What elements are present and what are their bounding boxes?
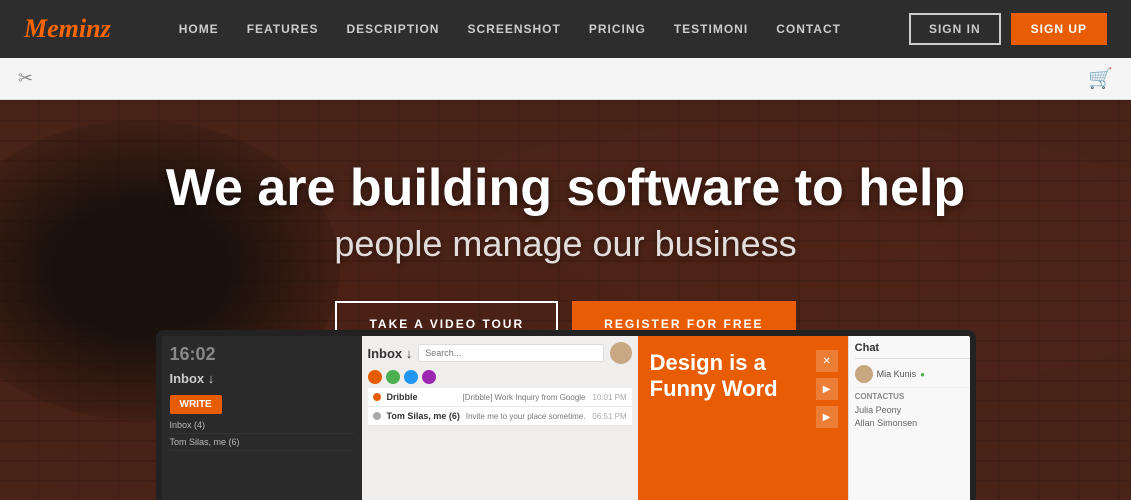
chat-header: Chat xyxy=(855,342,976,359)
app-chat-panel: Chat Mia Kunis ● CONTACTUS Julia Peony A… xyxy=(848,336,976,500)
orange-title: Design is a Funny Word xyxy=(650,350,836,403)
filter-dot-blue[interactable] xyxy=(404,370,418,384)
chat-person: Mia Kunis ● xyxy=(855,365,976,383)
nav-links: HOME FEATURES DESCRIPTION SCREENSHOT PRI… xyxy=(179,20,841,38)
email-row[interactable]: Dribble [Dribble] Work Inquiry from Goog… xyxy=(368,388,632,407)
online-dot: ● xyxy=(920,370,925,379)
inbox-item-2: Tom Silas, me (6) xyxy=(170,437,354,451)
inbox-label: Inbox ↓ xyxy=(170,371,354,386)
user-avatar-small xyxy=(610,342,632,364)
email-subject-2: Invite me to your place sometime... xyxy=(466,412,587,421)
navbar-actions: SIGN IN SIGN UP xyxy=(909,13,1107,45)
cart-icon[interactable]: 🛒 xyxy=(1088,66,1113,91)
email-list-header: Inbox ↓ xyxy=(368,342,632,364)
laptop-preview: 16:02 Inbox ↓ WRITE Inbox (4) Tom Silas,… xyxy=(156,330,976,500)
tools-icon[interactable]: ✂ xyxy=(18,68,33,89)
email-sender-2: Tom Silas, me (6) xyxy=(387,411,460,421)
arrow-right2-icon[interactable]: ▶ xyxy=(816,406,838,428)
toolbar-strip: ✂ 🛒 xyxy=(0,58,1131,100)
nav-home[interactable]: HOME xyxy=(179,22,219,36)
navbar: Meminz HOME FEATURES DESCRIPTION SCREENS… xyxy=(0,0,1131,58)
filter-dot-orange[interactable] xyxy=(368,370,382,384)
email-sender-1: Dribble xyxy=(387,392,457,402)
app-screen: 16:02 Inbox ↓ WRITE Inbox (4) Tom Silas,… xyxy=(156,330,976,500)
app-email-list: Inbox ↓ Dribble [Dribble] Work Inquiry f… xyxy=(362,336,638,500)
app-time: 16:02 xyxy=(170,344,354,365)
email-time-1: 10:01 PM xyxy=(592,393,626,402)
inbox-item-1: Inbox (4) xyxy=(170,420,354,434)
hero-title: We are building software to help xyxy=(166,160,965,217)
nav-features[interactable]: FEATURES xyxy=(247,22,319,36)
hero-content: We are building software to help people … xyxy=(166,160,965,347)
email-time-2: 06:51 PM xyxy=(592,412,626,421)
email-subject-1: [Dribble] Work Inquiry from Google Inc. xyxy=(463,393,587,402)
app-orange-panel: Design is a Funny Word ✕ ▶ ▶ xyxy=(638,336,848,500)
filter-row xyxy=(368,370,632,384)
hero-section: We are building software to help people … xyxy=(0,100,1131,500)
chat-avatar xyxy=(855,365,873,383)
hero-subtitle: people manage our business xyxy=(166,223,965,265)
write-button[interactable]: WRITE xyxy=(170,395,222,414)
nav-testimoni[interactable]: TESTIMONI xyxy=(674,22,748,36)
contact-1: Julia Peony xyxy=(855,405,976,415)
filter-dot-purple[interactable] xyxy=(422,370,436,384)
email-row[interactable]: Tom Silas, me (6) Invite me to your plac… xyxy=(368,407,632,426)
expand-icon[interactable]: ✕ xyxy=(816,350,838,372)
read-dot xyxy=(373,412,381,420)
signup-button[interactable]: SIGN UP xyxy=(1011,13,1107,45)
orange-icons: ✕ ▶ ▶ xyxy=(816,350,838,428)
app-sidebar: 16:02 Inbox ↓ WRITE Inbox (4) Tom Silas,… xyxy=(162,336,362,500)
nav-contact[interactable]: CONTACT xyxy=(776,22,841,36)
signin-button[interactable]: SIGN IN xyxy=(909,13,1001,45)
unread-dot xyxy=(373,393,381,401)
contacts-label: CONTACTUS xyxy=(855,392,976,401)
nav-screenshot[interactable]: SCREENSHOT xyxy=(467,22,560,36)
contacts-section: CONTACTUS Julia Peony Allan Simonsen xyxy=(855,387,976,428)
filter-dot-green[interactable] xyxy=(386,370,400,384)
inbox-title: Inbox ↓ xyxy=(368,346,413,361)
nav-description[interactable]: DESCRIPTION xyxy=(346,22,439,36)
arrow-right-icon[interactable]: ▶ xyxy=(816,378,838,400)
email-search[interactable] xyxy=(418,344,603,362)
contact-2: Allan Simonsen xyxy=(855,418,976,428)
nav-pricing[interactable]: PRICING xyxy=(589,22,646,36)
brand-logo[interactable]: Meminz xyxy=(24,14,111,44)
brand-name: Meminz xyxy=(24,14,111,43)
chat-person-name: Mia Kunis xyxy=(877,369,917,379)
